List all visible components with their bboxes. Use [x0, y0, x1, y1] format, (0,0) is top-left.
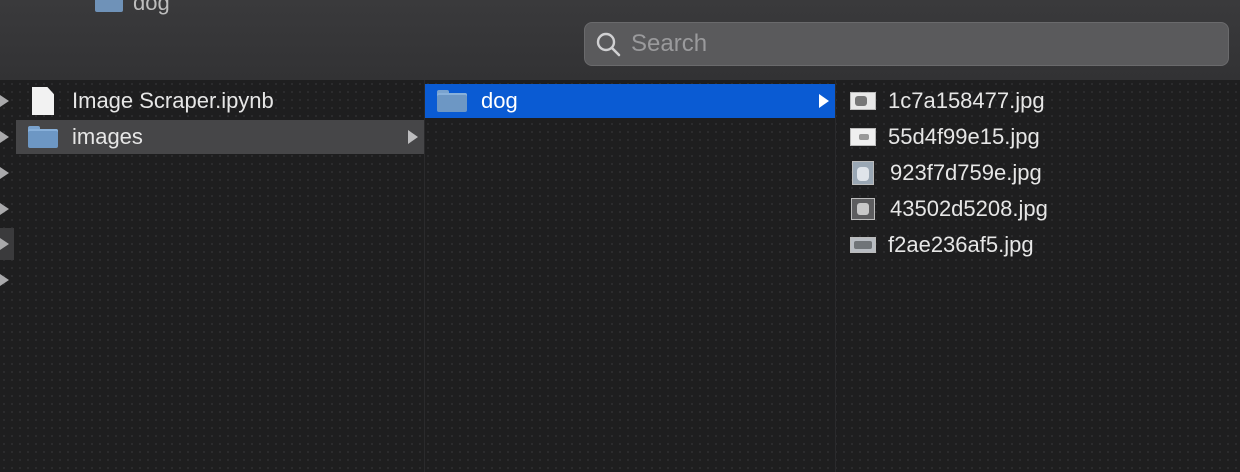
disclosure-arrow-icon[interactable] [0, 274, 9, 286]
folder-name: images [72, 124, 143, 149]
search-field[interactable] [584, 22, 1229, 66]
file-name: 1c7a158477.jpg [888, 88, 1045, 113]
column-1: Image Scraper.ipynb images [16, 80, 425, 472]
list-item-image[interactable]: 923f7d759e.jpg [836, 156, 1240, 190]
search-icon [596, 32, 621, 57]
image-thumbnail-icon [850, 237, 876, 253]
disclosure-arrow-icon[interactable] [0, 167, 9, 179]
file-name: f2ae236af5.jpg [888, 232, 1034, 257]
image-thumbnail-icon [852, 161, 874, 185]
column-browser: Image Scraper.ipynb images dog 1c7a15847… [0, 80, 1240, 472]
file-name: 55d4f99e15.jpg [888, 124, 1040, 149]
list-item-folder-images[interactable]: images [16, 120, 424, 154]
disclosure-arrow-icon[interactable] [0, 203, 9, 215]
document-icon [32, 87, 54, 115]
list-item-file[interactable]: Image Scraper.ipynb [16, 84, 424, 118]
path-item-dog[interactable]: dog [95, 0, 170, 16]
list-item-folder-dog[interactable]: dog [425, 84, 835, 118]
list-item-image[interactable]: f2ae236af5.jpg [836, 228, 1240, 262]
folder-name: dog [481, 88, 518, 113]
folder-icon [437, 90, 467, 112]
toolbar: dog [0, 0, 1240, 81]
list-item-image[interactable]: 1c7a158477.jpg [836, 84, 1240, 118]
folder-icon [95, 0, 123, 12]
column-3: 1c7a158477.jpg 55d4f99e15.jpg 923f7d759e… [836, 80, 1240, 472]
list-item-image[interactable]: 55d4f99e15.jpg [836, 120, 1240, 154]
file-name: Image Scraper.ipynb [72, 88, 274, 113]
image-thumbnail-icon [850, 92, 876, 110]
disclosure-arrow-icon[interactable] [0, 95, 9, 107]
file-name: 43502d5208.jpg [890, 196, 1048, 221]
file-name: 923f7d759e.jpg [890, 160, 1042, 185]
chevron-right-icon [819, 94, 829, 108]
column-2: dog [425, 80, 836, 472]
parent-column[interactable] [0, 80, 16, 472]
image-thumbnail-icon [851, 198, 875, 220]
image-thumbnail-icon [850, 128, 876, 146]
list-item-image[interactable]: 43502d5208.jpg [836, 192, 1240, 226]
chevron-right-icon [408, 130, 418, 144]
disclosure-arrow-icon[interactable] [0, 238, 9, 250]
disclosure-arrow-icon[interactable] [0, 131, 9, 143]
search-input[interactable] [629, 29, 1193, 59]
folder-icon [28, 126, 58, 148]
path-item-label: dog [133, 0, 170, 15]
